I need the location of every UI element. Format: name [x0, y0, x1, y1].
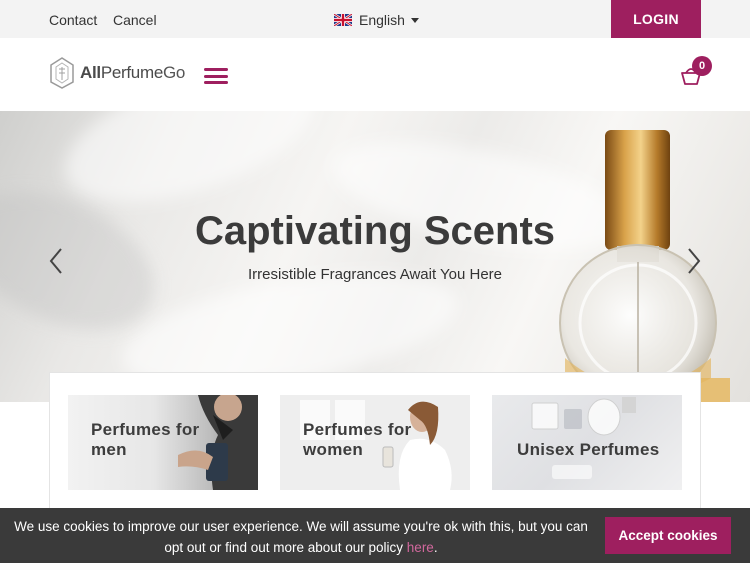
- perfume-bottle-image: [559, 130, 730, 402]
- language-label: English: [359, 12, 405, 28]
- accept-cookies-button[interactable]: Accept cookies: [605, 517, 731, 554]
- top-bar: Contact Cancel English LOGIN: [0, 0, 750, 38]
- logo-text-all: All: [80, 63, 101, 82]
- hero-subtitle: Irresistible Fragrances Await You Here: [247, 266, 503, 283]
- cookie-message-end: .: [433, 540, 438, 555]
- cookie-message-line2: opt out or find out more about our polic…: [164, 540, 407, 555]
- category-label-men: Perfumes for men: [91, 420, 199, 460]
- chevron-right-icon[interactable]: [687, 247, 701, 275]
- language-selector[interactable]: English: [334, 12, 419, 28]
- category-label-women-line1: Perfumes for: [303, 420, 412, 439]
- login-button[interactable]: LOGIN: [611, 0, 701, 38]
- caret-down-icon: [410, 17, 419, 23]
- logo-text-perfume: Perfume: [100, 63, 163, 82]
- cookie-policy-link[interactable]: here: [407, 540, 434, 555]
- cookie-banner: We use cookies to improve our user exper…: [0, 508, 750, 563]
- category-tile-women[interactable]: Perfumes for women: [280, 395, 470, 490]
- logo-text-go: Go: [162, 63, 186, 82]
- category-label-men-line1: Perfumes for: [91, 420, 200, 439]
- hero-slider: Captivating Scents Irresistible Fragranc…: [0, 111, 750, 402]
- category-label-men-line2: men: [91, 440, 127, 459]
- hamburger-line: [204, 68, 228, 71]
- hero-title: Captivating Scents: [194, 209, 556, 253]
- hamburger-icon[interactable]: [204, 68, 228, 84]
- category-label-women-line2: women: [303, 440, 364, 459]
- cookie-message: We use cookies to improve our user exper…: [14, 516, 588, 558]
- logo-text[interactable]: AllPerfumeGo: [80, 63, 185, 83]
- cancel-link[interactable]: Cancel: [113, 12, 157, 28]
- chevron-left-icon[interactable]: [49, 247, 63, 275]
- cookie-message-line2-wrap: opt out or find out more about our polic…: [14, 537, 588, 558]
- contact-link[interactable]: Contact: [49, 12, 97, 28]
- category-card: Perfumes for men Perfumes for women Unis…: [49, 372, 701, 522]
- category-tile-men[interactable]: Perfumes for men: [68, 395, 258, 490]
- category-tile-unisex[interactable]: Unisex Perfumes: [492, 395, 682, 490]
- cart-count-badge: 0: [692, 56, 712, 76]
- category-label-unisex: Unisex Perfumes: [517, 440, 660, 459]
- hamburger-line: [204, 74, 228, 78]
- hamburger-line: [204, 81, 228, 84]
- cookie-message-line1: We use cookies to improve our user exper…: [14, 519, 588, 534]
- category-label-women: Perfumes for women: [303, 420, 411, 460]
- uk-flag-icon: [334, 14, 352, 26]
- logo-icon[interactable]: [49, 56, 75, 90]
- site-header: AllPerfumeGo 0: [0, 38, 750, 111]
